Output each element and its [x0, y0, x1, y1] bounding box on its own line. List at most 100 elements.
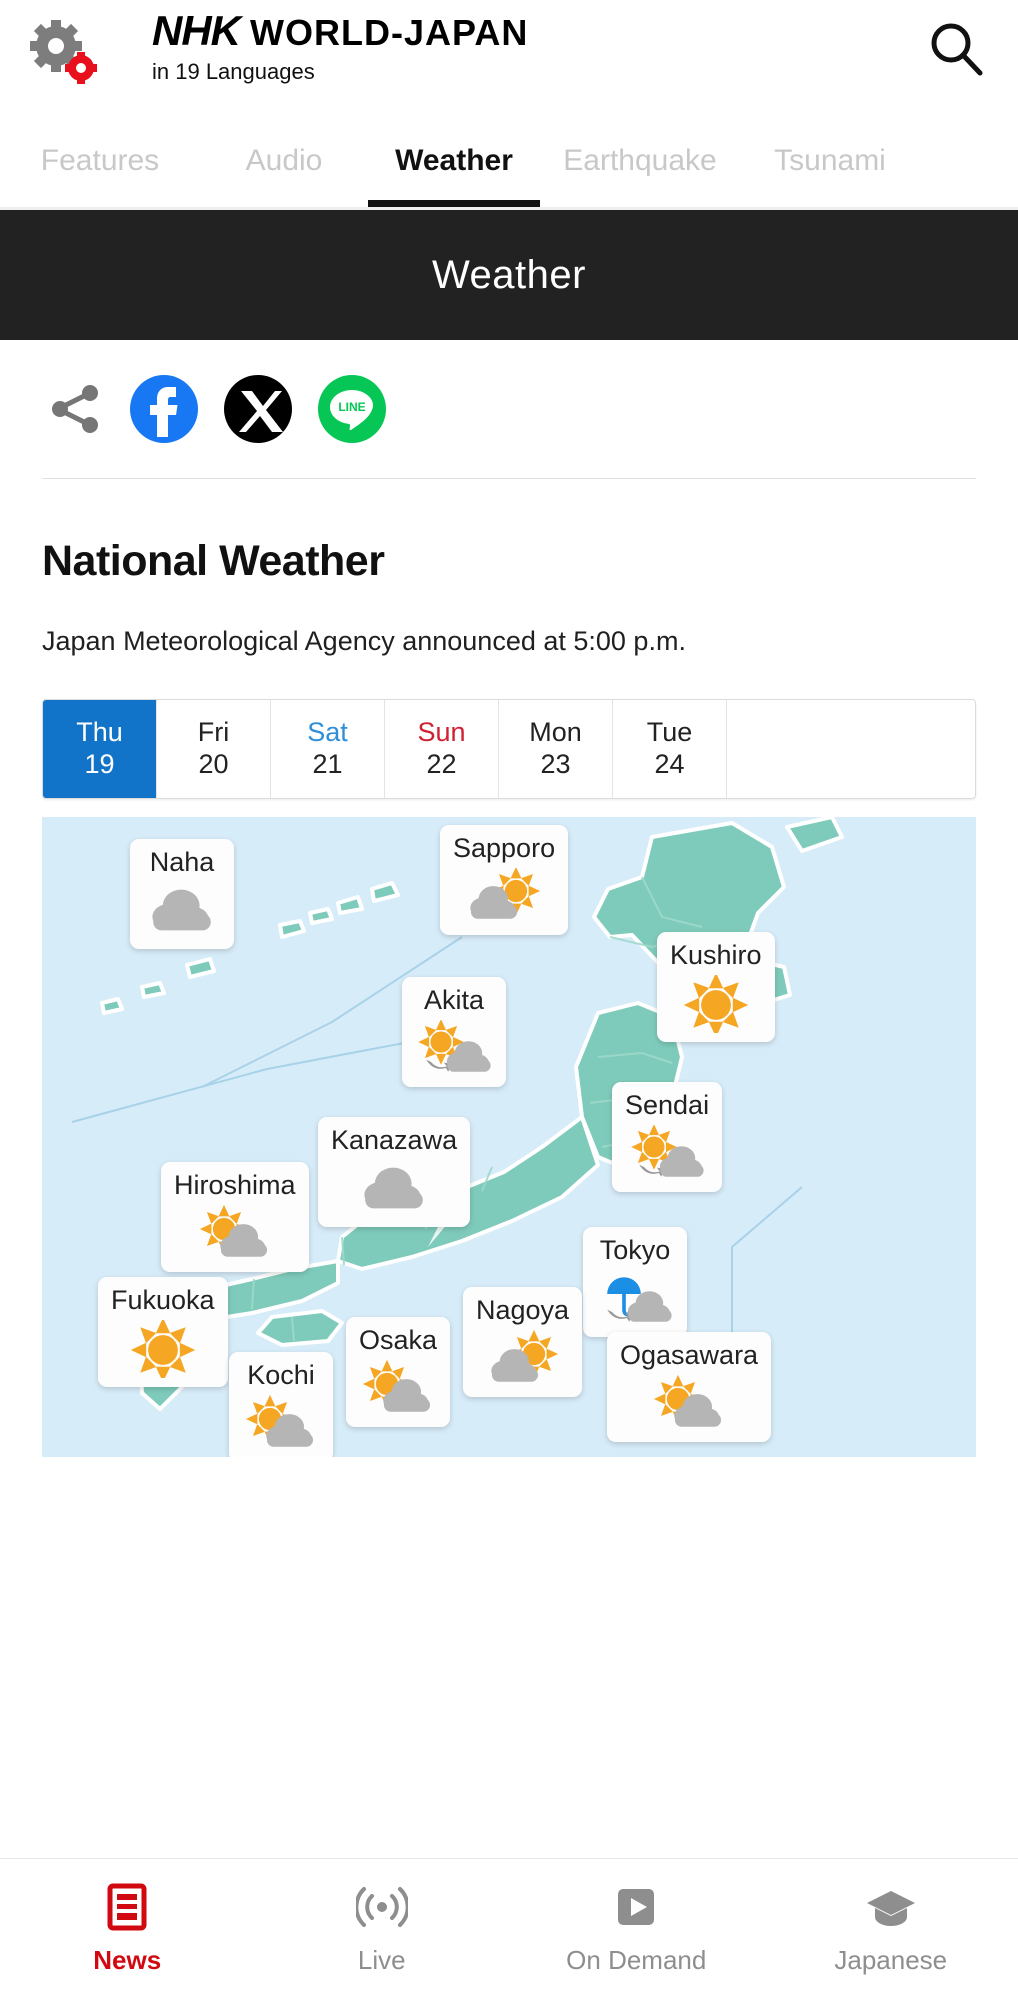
weather-card-city-name: Akita	[423, 985, 485, 1015]
nav-tab-label: Weather	[395, 144, 513, 177]
nav-tab-earthquake[interactable]: Earthquake	[540, 115, 740, 207]
weather-card-nagoya[interactable]: Nagoya	[463, 1287, 583, 1398]
date-cell-thu[interactable]: Thu 19	[43, 700, 157, 798]
bottom-nav-news[interactable]: News	[0, 1883, 255, 1976]
weather-icon-rain	[596, 1270, 674, 1328]
date-dow: Tue	[646, 717, 693, 748]
date-cell-tue[interactable]: Tue 24	[613, 700, 727, 798]
nav-tab-features[interactable]: Features	[0, 115, 200, 207]
weather-card-city-name: Kushiro	[670, 940, 762, 970]
bottom-nav-label: Live	[357, 1944, 406, 1975]
nav-tab-weather[interactable]: Weather	[368, 115, 540, 207]
nav-tab-tsunami[interactable]: Tsunami	[740, 115, 920, 207]
weather-card-city-name: Kochi	[247, 1360, 315, 1390]
weather-card-city-name: Sapporo	[453, 833, 556, 863]
date-day: 21	[312, 749, 343, 780]
weather-card-city-name: Hiroshima	[174, 1170, 296, 1200]
date-day: 22	[426, 749, 457, 780]
weather-icon-sunny-cloudy	[359, 1359, 437, 1418]
nhk-logo-mark: NHK	[152, 7, 241, 54]
weather-card-city-name: Tokyo	[599, 1235, 671, 1265]
nhk-logo-name: WORLD-JAPAN	[250, 12, 529, 53]
date-day: 20	[198, 749, 229, 780]
weather-card-osaka[interactable]: Osaka	[346, 1317, 451, 1428]
bottom-navigation[interactable]: News Live On Demand Japanese	[0, 1858, 1018, 1999]
x-share-button[interactable]	[224, 375, 292, 443]
bottom-nav-label: On Demand	[566, 1944, 707, 1975]
section-title: National Weather	[42, 537, 385, 585]
date-dow: Sat	[307, 717, 348, 748]
share-row: LINE	[0, 340, 1018, 478]
weather-icon-sunny-cloudy	[196, 1204, 274, 1263]
settings-gears-icon[interactable]	[30, 20, 102, 86]
weather-card-city-name: Naha	[149, 847, 215, 877]
date-selector[interactable]: Thu 19 Fri 20 Sat 21 Sun 22 Mon 23 Tue 24	[42, 699, 976, 799]
weather-card-ogasawara[interactable]: Ogasawara	[607, 1332, 772, 1443]
weather-card-city-name: Osaka	[359, 1325, 438, 1355]
weather-card-fukuoka[interactable]: Fukuoka	[98, 1277, 228, 1388]
bottom-nav-on-demand[interactable]: On Demand	[509, 1883, 764, 1976]
facebook-share-button[interactable]	[130, 375, 198, 443]
page-title: Weather	[432, 252, 586, 297]
weather-card-sapporo[interactable]: Sapporo	[440, 825, 569, 936]
weather-icon-sunny-cloudy	[242, 1394, 320, 1453]
divider	[42, 478, 976, 479]
weather-card-city-name: Fukuoka	[111, 1285, 215, 1315]
news-icon	[105, 1883, 149, 1936]
weather-icon-cloudy	[355, 1160, 433, 1218]
bottom-nav-japanese[interactable]: Japanese	[764, 1883, 1018, 1976]
date-cell-mon[interactable]: Mon 23	[499, 700, 613, 798]
date-dow: Sun	[417, 717, 466, 748]
date-cell-sun[interactable]: Sun 22	[385, 700, 499, 798]
svg-text:LINE: LINE	[338, 400, 365, 414]
weather-card-hiroshima[interactable]: Hiroshima	[161, 1162, 309, 1273]
weather-icon-sunny	[677, 972, 755, 1038]
announcement-text: Japan Meteorological Agency announced at…	[42, 626, 686, 656]
weather-card-akita[interactable]: Akita	[402, 977, 506, 1088]
bottom-nav-live[interactable]: Live	[255, 1883, 510, 1976]
primary-nav-tabs[interactable]: Features Audio Weather Earthquake Tsunami	[0, 115, 1018, 210]
weather-card-kushiro[interactable]: Kushiro	[657, 932, 775, 1043]
weather-card-city-name: Kanazawa	[331, 1125, 458, 1155]
weather-icon-sunny-then-cloudy	[415, 1019, 493, 1078]
page-title-banner: Weather	[0, 210, 1018, 340]
nav-tab-label: Tsunami	[774, 144, 886, 177]
app-header: NHK WORLD-JAPAN in 19 Languages	[0, 0, 1018, 115]
nav-tab-audio[interactable]: Audio	[200, 115, 368, 207]
weather-card-kochi[interactable]: Kochi	[229, 1352, 333, 1457]
date-day: 24	[654, 749, 685, 780]
japan-weather-map[interactable]: Naha Sapporo Kushiro Akita Sendai Kanazaw…	[42, 817, 976, 1457]
weather-card-city-name: Ogasawara	[620, 1340, 759, 1370]
date-day: 19	[84, 749, 115, 780]
search-icon[interactable]	[926, 18, 986, 78]
line-share-button[interactable]: LINE	[318, 375, 386, 443]
date-dow: Thu	[76, 717, 123, 748]
graduate-icon	[865, 1883, 917, 1936]
share-nodes-icon[interactable]	[48, 381, 104, 437]
nav-tab-label: Features	[40, 144, 160, 177]
weather-card-tokyo[interactable]: Tokyo	[583, 1227, 687, 1338]
weather-card-sendai[interactable]: Sendai	[612, 1082, 723, 1193]
nhk-logo-subtitle: in 19 Languages	[152, 59, 315, 84]
weather-icon-cloudy	[143, 882, 221, 940]
weather-card-kanazawa[interactable]: Kanazawa	[318, 1117, 471, 1228]
weather-icon-sunny-cloudy	[650, 1374, 728, 1433]
weather-card-city-name: Sendai	[625, 1090, 710, 1120]
nhk-logo[interactable]: NHK WORLD-JAPAN in 19 Languages	[152, 10, 528, 85]
nav-tab-label: Earthquake	[563, 144, 717, 177]
weather-icon-cloudy-then-sunny	[465, 866, 543, 926]
weather-card-naha[interactable]: Naha	[130, 839, 234, 950]
weather-icon-sunny-then-cloudy	[628, 1124, 706, 1183]
bottom-nav-label: Japanese	[834, 1944, 948, 1975]
date-day: 23	[540, 749, 571, 780]
main-content: National Weather Japan Meteorological Ag…	[0, 537, 1018, 1457]
play-icon	[613, 1883, 659, 1936]
weather-card-city-name: Nagoya	[476, 1295, 570, 1325]
date-cell-next[interactable]	[727, 700, 840, 798]
date-dow: Fri	[197, 717, 230, 748]
date-cell-fri[interactable]: Fri 20	[157, 700, 271, 798]
date-dow: Mon	[529, 717, 582, 748]
nav-tab-label: Audio	[245, 144, 323, 177]
bottom-nav-label: News	[93, 1944, 162, 1975]
date-cell-sat[interactable]: Sat 21	[271, 700, 385, 798]
